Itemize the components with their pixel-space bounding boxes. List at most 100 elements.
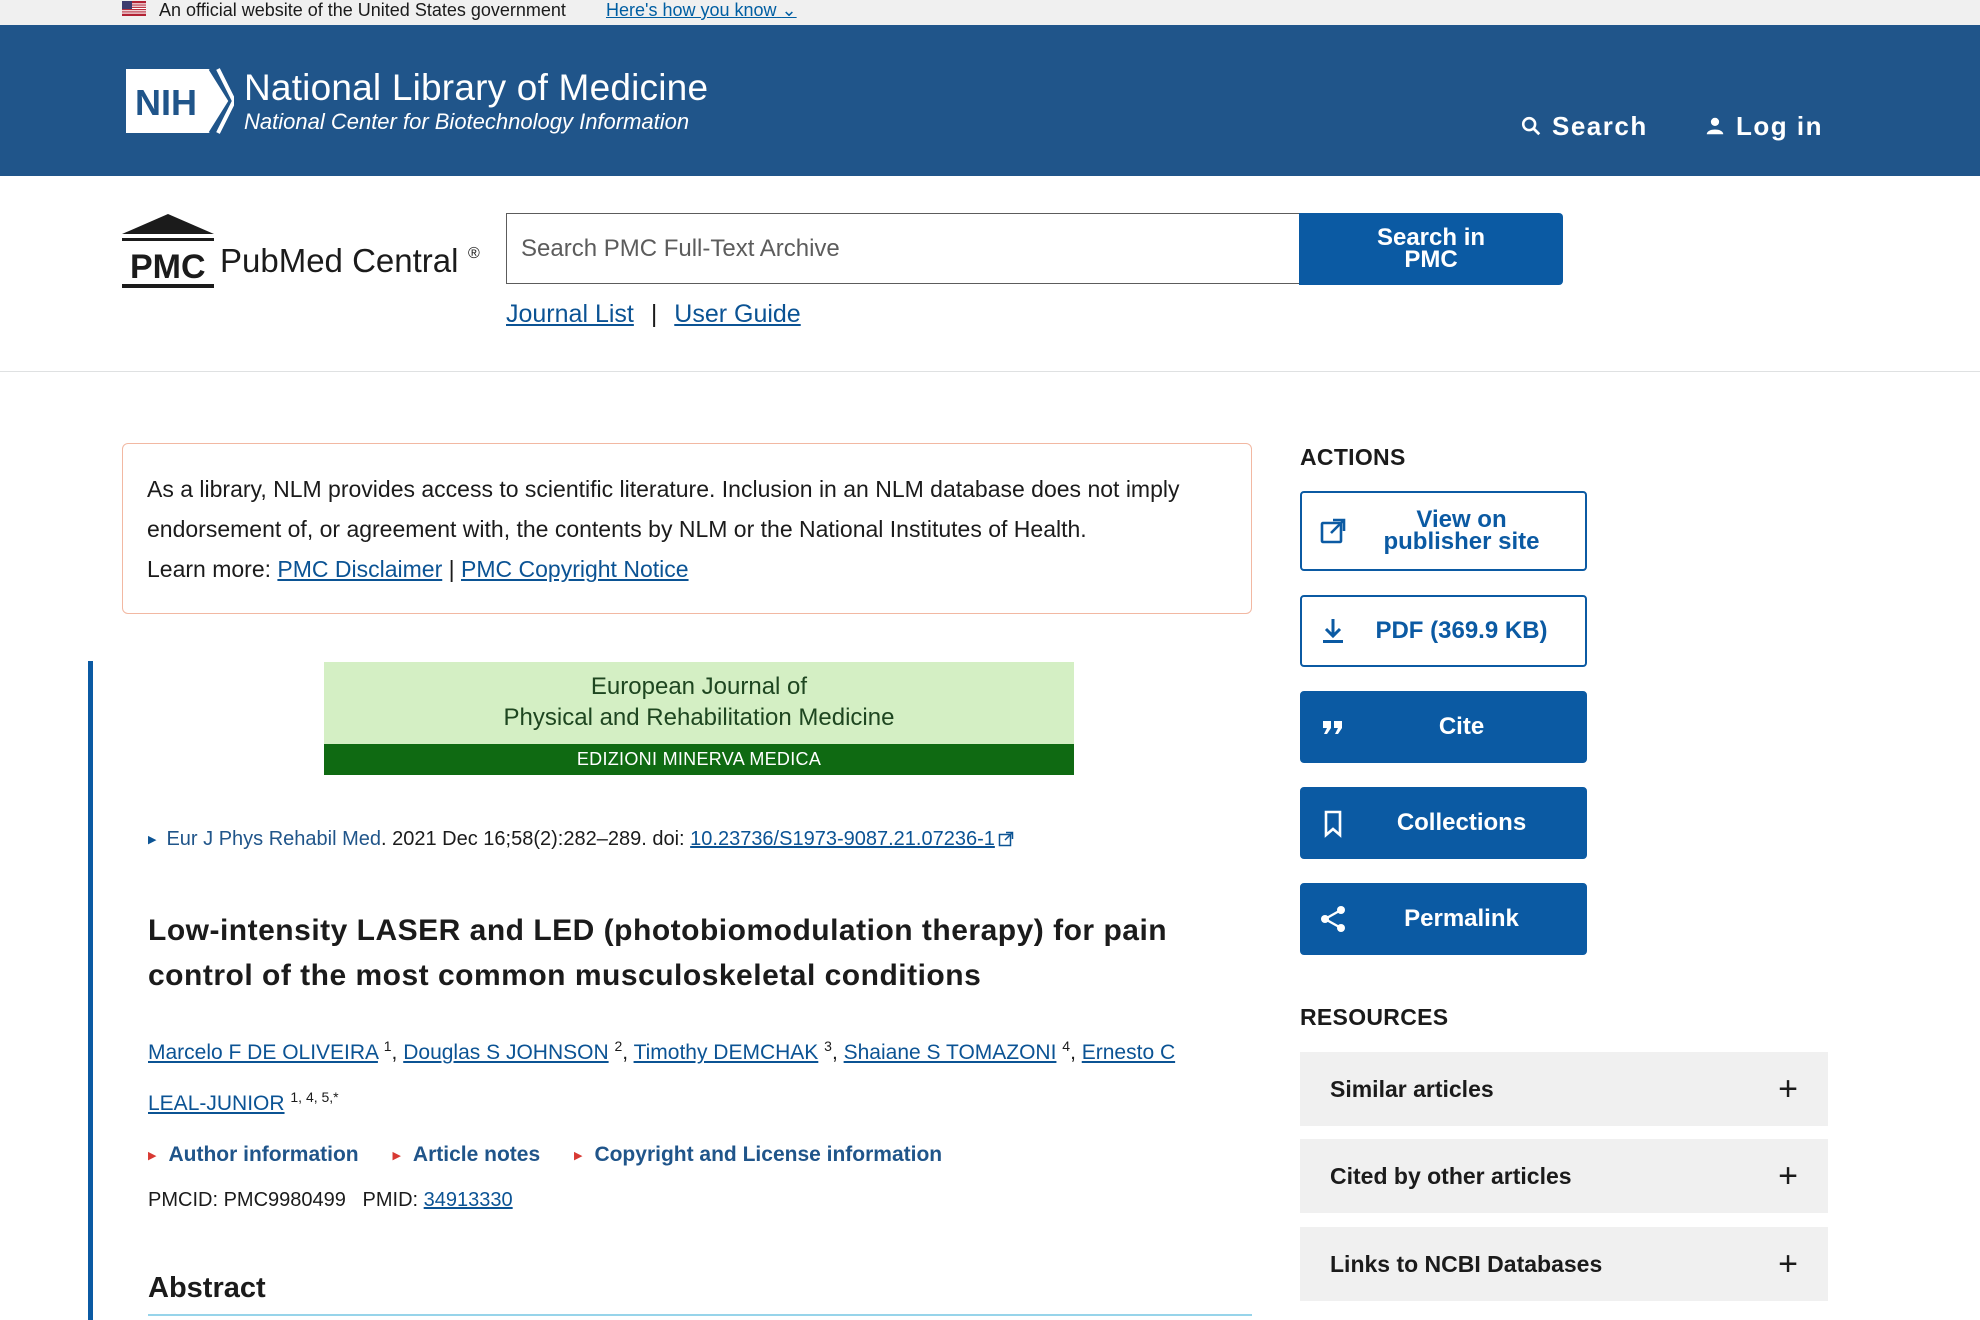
author-link[interactable]: Timothy DEMCHAK bbox=[634, 1041, 819, 1064]
view-on-publisher-button[interactable]: View on publisher site bbox=[1300, 491, 1587, 571]
permalink-button[interactable]: Permalink bbox=[1300, 883, 1587, 955]
author-affiliation: 1 bbox=[383, 1038, 392, 1054]
article-title: Low-intensity LASER and LED (photobiomod… bbox=[148, 914, 1168, 992]
journal-banner[interactable]: European Journal of Physical and Rehabil… bbox=[324, 662, 1074, 775]
gov-banner-text: An official website of the United States… bbox=[159, 0, 566, 20]
plus-icon: + bbox=[1778, 1070, 1798, 1108]
nih-logo[interactable]: NIH bbox=[122, 65, 234, 137]
nih-title[interactable]: National Library of Medicine bbox=[244, 67, 708, 109]
citation-details: . 2021 Dec 16;58(2):282–289. doi: bbox=[381, 828, 691, 850]
abstract-heading: Abstract bbox=[148, 1272, 266, 1304]
author-link[interactable]: Marcelo F DE OLIVEIRA bbox=[148, 1041, 378, 1064]
similar-articles-label: Similar articles bbox=[1330, 1075, 1494, 1102]
cited-by-label: Cited by other articles bbox=[1330, 1162, 1572, 1189]
cited-by-accordion[interactable]: Cited by other articles + bbox=[1300, 1139, 1828, 1213]
pmc-logo-abbr: PMC bbox=[130, 248, 206, 286]
doi-link[interactable]: 10.23736/S1973-9087.21.07236-1 bbox=[690, 828, 995, 850]
cite-button[interactable]: Cite bbox=[1300, 691, 1587, 763]
disclaimer-text: As a library, NLM provides access to sci… bbox=[147, 476, 1180, 542]
author-separator: , bbox=[391, 1041, 404, 1064]
author-separator: , bbox=[1070, 1041, 1082, 1064]
search-icon bbox=[1521, 116, 1541, 136]
us-flag-icon bbox=[122, 1, 146, 16]
pmc-search-input[interactable] bbox=[506, 213, 1300, 284]
registered-mark: ® bbox=[468, 245, 480, 262]
author-affiliation: 1, 4, 5,* bbox=[290, 1089, 339, 1105]
collections-button[interactable]: Collections bbox=[1300, 787, 1587, 859]
bookmark-icon bbox=[1324, 810, 1342, 838]
pmc-disclaimer-link[interactable]: PMC Disclaimer bbox=[277, 556, 442, 582]
citation-line: ▶ Eur J Phys Rehabil Med. 2021 Dec 16;58(… bbox=[148, 828, 1014, 851]
actions-heading: ACTIONS bbox=[1300, 444, 1406, 470]
journal-name-toggle[interactable]: Eur J Phys Rehabil Med bbox=[166, 828, 381, 850]
article-notes-label: Article notes bbox=[412, 1143, 541, 1166]
header-login-label: Log in bbox=[1736, 110, 1823, 141]
journal-banner-line1: European Journal of bbox=[590, 673, 808, 700]
quote-icon bbox=[1323, 721, 1342, 734]
pdf-download-button[interactable]: PDF (369.9 KB) bbox=[1300, 595, 1587, 667]
header-login-button[interactable]: Log in bbox=[1704, 83, 1823, 169]
pmcid-value: PMC9980499 bbox=[223, 1189, 346, 1211]
ncbi-links-label: Links to NCBI Databases bbox=[1330, 1250, 1603, 1277]
expand-triangle-icon: ▶ bbox=[148, 1150, 157, 1162]
similar-articles-accordion[interactable]: Similar articles + bbox=[1300, 1052, 1828, 1126]
ncbi-links-accordion[interactable]: Links to NCBI Databases + bbox=[1300, 1227, 1828, 1301]
nih-subtitle: National Center for Biotechnology Inform… bbox=[244, 109, 690, 134]
chevron-down-icon: ⌄ bbox=[781, 0, 797, 20]
heres-how-you-know-link[interactable]: Here's how you know ⌄ bbox=[606, 0, 797, 20]
header-search-button[interactable]: Search bbox=[1520, 83, 1648, 169]
external-link-icon bbox=[1320, 518, 1346, 544]
nih-header: NIH National Library of Medicine Nationa… bbox=[0, 25, 1980, 176]
external-link-icon bbox=[998, 831, 1014, 847]
article-left-rule bbox=[88, 661, 93, 1320]
copyright-license-toggle[interactable]: ▶ Copyright and License information bbox=[574, 1143, 942, 1166]
author-affiliation: 4 bbox=[1062, 1038, 1071, 1054]
user-guide-link[interactable]: User Guide bbox=[674, 300, 800, 328]
plus-icon: + bbox=[1778, 1157, 1798, 1195]
journal-banner-title: European Journal of Physical and Rehabil… bbox=[324, 662, 1074, 744]
pmc-search-bar: PMC PubMed Central ® Search in PMC Journ… bbox=[0, 176, 1980, 372]
pmc-copyright-link[interactable]: PMC Copyright Notice bbox=[461, 556, 689, 582]
article-info-links: ▶ Author information ▶ Article notes ▶ Copy… bbox=[148, 1143, 970, 1167]
author-affiliation: 3 bbox=[824, 1038, 832, 1054]
pmid-link[interactable]: 34913330 bbox=[424, 1189, 513, 1211]
expand-triangle-icon: ▶ bbox=[392, 1150, 401, 1162]
search-in-pmc-button[interactable]: Search in PMC bbox=[1299, 213, 1563, 285]
pmc-logo-name: PubMed Central bbox=[220, 242, 458, 279]
disclaimer-separator: | bbox=[448, 556, 455, 582]
author-link[interactable]: Douglas S JOHNSON bbox=[403, 1041, 608, 1064]
author-information-label: Author information bbox=[168, 1143, 359, 1166]
gov-banner: An official website of the United States… bbox=[0, 0, 1980, 25]
pmid-label: PMID: bbox=[362, 1189, 424, 1211]
pmc-nav-links: Journal List | User Guide bbox=[506, 300, 801, 329]
copyright-license-label: Copyright and License information bbox=[594, 1143, 943, 1166]
share-icon bbox=[1321, 906, 1345, 932]
author-separator: , bbox=[831, 1041, 844, 1064]
journal-banner-line2: Physical and Rehabilitation Medicine bbox=[503, 704, 895, 731]
user-icon bbox=[1706, 117, 1724, 135]
pmcid-label: PMCID: bbox=[148, 1189, 224, 1211]
download-icon bbox=[1323, 619, 1343, 643]
expand-triangle-icon[interactable]: ▶ bbox=[148, 834, 156, 846]
header-search-label: Search bbox=[1552, 110, 1648, 141]
author-list: Marcelo F DE OLIVEIRA 1, Douglas S JOHNS… bbox=[148, 1024, 1208, 1126]
article-ids: PMCID: PMC9980499 PMID: 34913330 bbox=[148, 1189, 513, 1212]
search-button-line2: PMC bbox=[1404, 246, 1458, 273]
learn-more-label: Learn more: bbox=[147, 556, 272, 582]
expand-triangle-icon: ▶ bbox=[573, 1150, 583, 1162]
author-link[interactable]: Shaiane S TOMAZONI bbox=[844, 1041, 1057, 1064]
abstract-divider bbox=[148, 1314, 1252, 1316]
author-separator: , bbox=[622, 1041, 634, 1064]
article-notes-toggle[interactable]: ▶ Article notes bbox=[392, 1143, 540, 1166]
author-information-toggle[interactable]: ▶ Author information bbox=[148, 1143, 359, 1166]
plus-icon: + bbox=[1778, 1245, 1798, 1283]
heres-how-you-know-label: Here's how you know bbox=[606, 0, 777, 20]
journal-list-link[interactable]: Journal List bbox=[506, 300, 634, 328]
publisher-line2: publisher site bbox=[1383, 528, 1540, 555]
journal-banner-publisher: EDIZIONI MINERVA MEDICA bbox=[324, 744, 1074, 775]
nlm-disclaimer: As a library, NLM provides access to sci… bbox=[122, 443, 1252, 614]
nih-logo-text: NIH bbox=[135, 82, 197, 123]
nav-separator: | bbox=[650, 300, 658, 328]
resources-heading: RESOURCES bbox=[1300, 1004, 1449, 1030]
pmc-logo[interactable]: PMC PubMed Central ® bbox=[122, 212, 487, 288]
